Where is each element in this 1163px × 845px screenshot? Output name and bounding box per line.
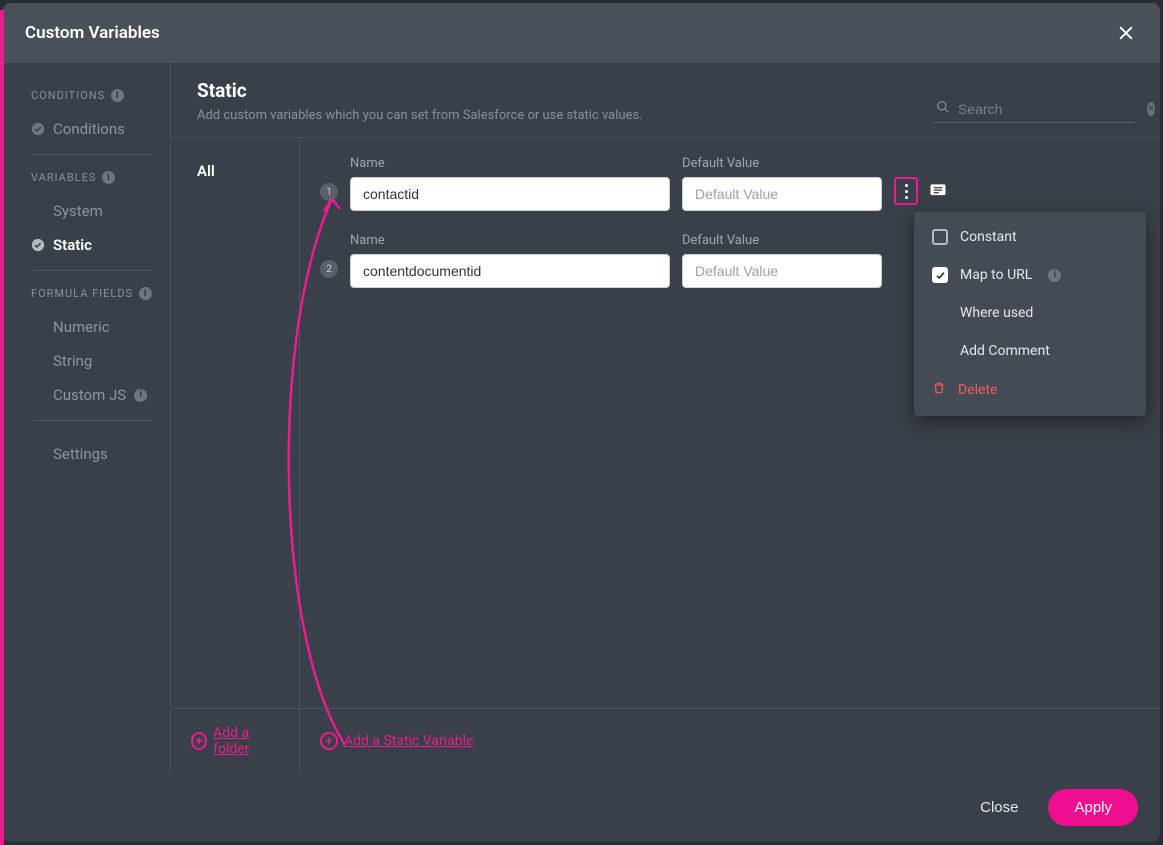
row-number: 2 — [320, 260, 338, 278]
search-field[interactable]: ✕ — [934, 95, 1134, 123]
kebab-icon — [905, 184, 908, 199]
menu-map-to-url[interactable]: Map to URL i — [914, 256, 1146, 294]
sidebar-item-label: Conditions — [53, 120, 125, 138]
sidebar-item-static[interactable]: Static — [23, 228, 162, 262]
close-icon[interactable] — [1114, 21, 1138, 45]
sidebar: CONDITIONS i Conditions VARIABLES i Syst… — [3, 63, 171, 773]
menu-delete[interactable]: Delete — [914, 370, 1146, 410]
row-number: 1 — [320, 183, 338, 201]
name-field-group: Name — [350, 156, 670, 211]
value-label: Default Value — [682, 156, 882, 171]
folder-all[interactable]: All — [171, 158, 299, 184]
search-icon — [936, 99, 950, 118]
sidebar-item-label: System — [53, 202, 103, 220]
sidebar-item-customjs[interactable]: Custom JS i — [23, 378, 162, 412]
dialog-header: Custom Variables — [3, 3, 1160, 63]
clear-icon[interactable]: ✕ — [1147, 102, 1155, 116]
info-icon[interactable]: i — [111, 89, 124, 102]
plus-icon: + — [191, 732, 207, 750]
variable-value-input[interactable] — [682, 254, 882, 288]
search-input[interactable] — [958, 101, 1139, 117]
name-label: Name — [350, 233, 670, 248]
trash-icon — [932, 381, 946, 399]
main-panel: Static Add custom variables which you ca… — [171, 63, 1160, 773]
sidebar-section-variables: VARIABLES i — [31, 171, 162, 184]
sidebar-item-label: Custom JS — [53, 386, 126, 404]
dialog-title: Custom Variables — [25, 23, 160, 43]
sidebar-item-label: String — [53, 352, 92, 370]
plus-icon: + — [320, 732, 338, 750]
menu-where-used[interactable]: Where used — [914, 294, 1146, 332]
sidebar-item-label: Numeric — [53, 318, 110, 336]
divider — [33, 420, 152, 421]
sidebar-item-numeric[interactable]: Numeric — [23, 310, 162, 344]
add-variable-link[interactable]: Add a Static Variable — [344, 733, 473, 749]
info-icon[interactable]: i — [139, 287, 152, 300]
check-icon — [31, 122, 45, 136]
brand-edge — [0, 10, 4, 845]
sidebar-item-settings[interactable]: Settings — [23, 437, 162, 471]
blank-icon — [31, 204, 45, 218]
main-header: Static Add custom variables which you ca… — [171, 63, 1160, 137]
menu-constant[interactable]: Constant — [914, 218, 1146, 256]
add-folder-link[interactable]: Add a folder — [213, 725, 279, 757]
close-button[interactable]: Close — [964, 789, 1034, 826]
menu-add-comment[interactable]: Add Comment — [914, 332, 1146, 370]
page-subtitle: Add custom variables which you can set f… — [197, 108, 643, 123]
value-field-group: Default Value — [682, 156, 882, 211]
variable-name-input[interactable] — [350, 254, 670, 288]
sidebar-item-label: Static — [53, 236, 92, 254]
info-icon[interactable]: i — [134, 389, 147, 402]
variable-name-input[interactable] — [350, 177, 670, 211]
dialog-footer: Close Apply — [3, 773, 1160, 842]
bottom-actions: + Add a folder + Add a Static Variable — [171, 708, 1160, 773]
divider — [33, 270, 152, 271]
more-menu-button[interactable] — [894, 177, 918, 205]
checkbox-checked-icon — [932, 267, 948, 283]
checkbox-unchecked-icon — [932, 229, 948, 245]
sidebar-item-conditions[interactable]: Conditions — [23, 112, 162, 146]
variable-row: 1 Name Default Value — [320, 156, 1134, 211]
name-label: Name — [350, 156, 670, 171]
sidebar-item-system[interactable]: System — [23, 194, 162, 228]
variable-context-menu: Constant Map to URL i Where used Add Com… — [914, 212, 1146, 416]
sidebar-item-label: Settings — [53, 445, 108, 463]
sidebar-section-formula: FORMULA FIELDS i — [31, 287, 162, 300]
row-actions — [894, 177, 950, 205]
folders-column: All — [171, 138, 300, 773]
page-title: Static — [197, 79, 643, 102]
value-label: Default Value — [682, 233, 882, 248]
custom-variables-dialog: Custom Variables CONDITIONS i Conditions… — [3, 3, 1160, 842]
check-icon — [31, 238, 45, 252]
apply-button[interactable]: Apply — [1048, 789, 1138, 826]
info-icon[interactable]: i — [102, 171, 115, 184]
add-folder-cell: + Add a folder — [171, 709, 300, 773]
sidebar-item-string[interactable]: String — [23, 344, 162, 378]
add-variable-cell: + Add a Static Variable — [300, 709, 493, 773]
divider — [33, 154, 152, 155]
comment-button[interactable] — [926, 179, 950, 203]
value-field-group: Default Value — [682, 233, 882, 288]
variable-value-input[interactable] — [682, 177, 882, 211]
sidebar-section-conditions: CONDITIONS i — [31, 89, 162, 102]
dialog-body: CONDITIONS i Conditions VARIABLES i Syst… — [3, 63, 1160, 773]
name-field-group: Name — [350, 233, 670, 288]
info-icon[interactable]: i — [1048, 269, 1061, 282]
